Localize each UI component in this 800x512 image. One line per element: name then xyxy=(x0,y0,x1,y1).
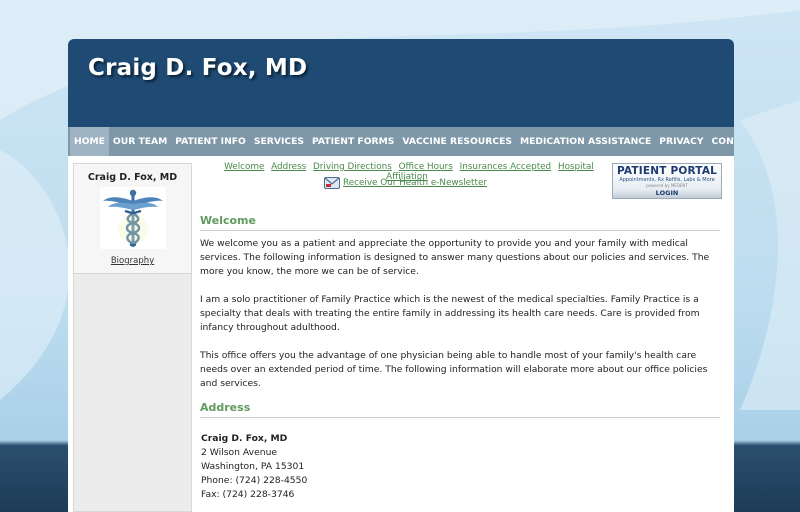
address-street: 2 Wilson Avenue xyxy=(201,447,278,458)
newsletter-row: Receive Our Health e-Newsletter xyxy=(324,177,487,189)
doctor-card: Craig D. Fox, MD Biography xyxy=(74,164,191,274)
portal-title: PATIENT PORTAL xyxy=(616,165,718,177)
site-header: Craig D. Fox, MD xyxy=(68,39,734,127)
portal-login-button[interactable]: LOGIN xyxy=(613,189,721,198)
quicklink-driving-directions[interactable]: Driving Directions xyxy=(313,162,392,172)
address-city: Washington, PA 15301 xyxy=(201,461,305,472)
patient-portal-button[interactable]: PATIENT PORTAL Appointments, Rx Refills,… xyxy=(612,163,722,199)
quicklink-address[interactable]: Address xyxy=(271,162,306,172)
quicklink-office-hours[interactable]: Office Hours xyxy=(399,162,453,172)
doctor-name: Craig D. Fox, MD xyxy=(87,172,178,183)
address-fax: Fax: (724) 228-3746 xyxy=(201,489,295,500)
nav-medication-assistance[interactable]: MEDICATION ASSISTANCE xyxy=(516,127,655,156)
welcome-paragraph-1: We welcome you as a patient and apprecia… xyxy=(200,238,710,277)
nav-services[interactable]: SERVICES xyxy=(250,127,308,156)
newsletter-icon xyxy=(324,177,340,189)
nav-home[interactable]: HOME xyxy=(70,127,109,156)
sidebar: Craig D. Fox, MD Biography xyxy=(73,163,192,512)
caduceus-icon xyxy=(99,187,166,249)
address-block: Craig D. Fox, MD 2 Wilson Avenue Washing… xyxy=(201,432,307,502)
biography-link[interactable]: Biography xyxy=(74,256,191,266)
quicklink-insurances-accepted[interactable]: Insurances Accepted xyxy=(460,162,552,172)
nav-vaccine-resources[interactable]: VACCINE RESOURCES xyxy=(398,127,516,156)
welcome-paragraph-3: This office offers you the advantage of … xyxy=(200,350,708,389)
content-area: Craig D. Fox, MD Biography Welcome Addre… xyxy=(68,156,734,512)
site-container: Craig D. Fox, MD HOME OUR TEAM PATIENT I… xyxy=(68,39,734,512)
nav-our-team[interactable]: OUR TEAM xyxy=(109,127,171,156)
address-phone: Phone: (724) 228-4550 xyxy=(201,475,308,486)
nav-patient-forms[interactable]: PATIENT FORMS xyxy=(308,127,398,156)
welcome-paragraph-2: I am a solo practitioner of Family Pract… xyxy=(200,294,700,333)
newsletter-link[interactable]: Receive Our Health e-Newsletter xyxy=(343,178,487,188)
address-heading: Address xyxy=(200,401,720,418)
main-nav: HOME OUR TEAM PATIENT INFO SERVICES PATI… xyxy=(68,127,734,156)
portal-powered-by: powered by MEDENT xyxy=(646,183,688,188)
nav-privacy[interactable]: PRIVACY xyxy=(655,127,707,156)
nav-patient-info[interactable]: PATIENT INFO xyxy=(171,127,250,156)
address-name: Craig D. Fox, MD xyxy=(201,433,288,444)
welcome-heading: Welcome xyxy=(200,214,720,231)
quicklink-welcome[interactable]: Welcome xyxy=(224,162,264,172)
site-title: Craig D. Fox, MD xyxy=(88,55,308,81)
nav-contact-us[interactable]: CONTACT US xyxy=(708,127,734,156)
